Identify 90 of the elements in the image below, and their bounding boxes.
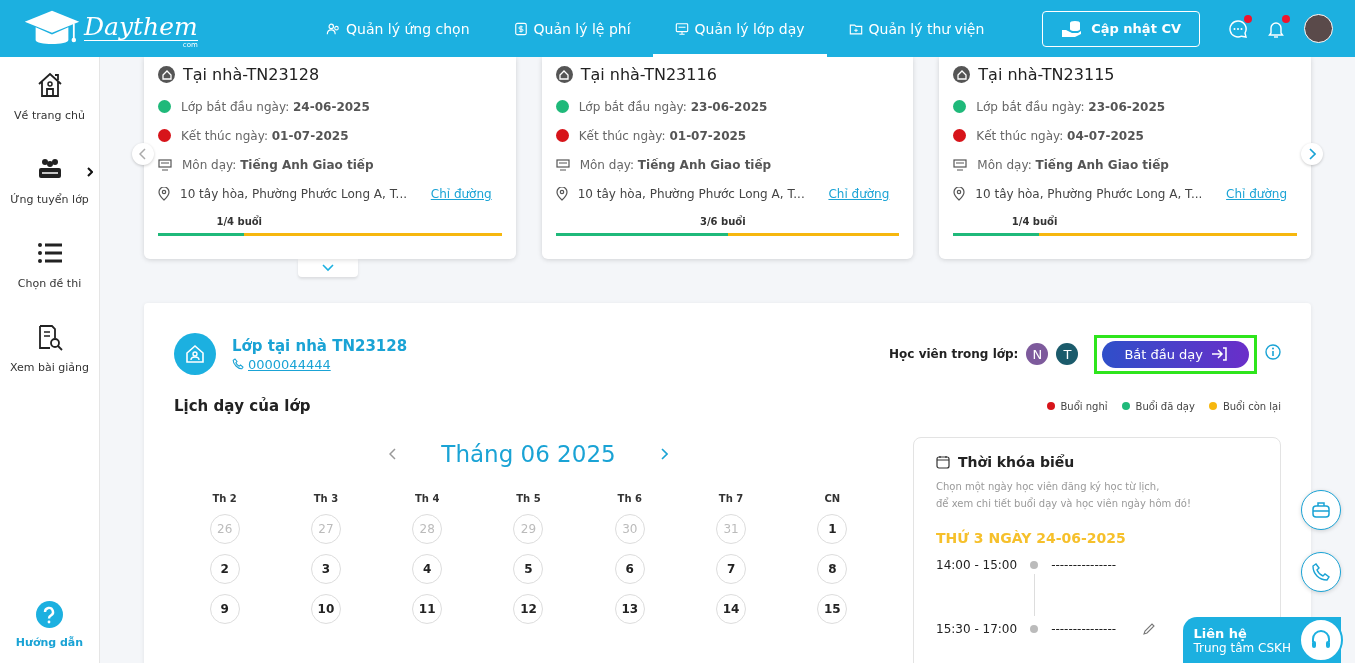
class-title: Tại nhà-TN23116: [580, 65, 717, 84]
next-button[interactable]: [1301, 143, 1323, 165]
timetable-hint: Chọn một ngày học viên đăng ký học từ lịch, để xem chi tiết buổi dạy và học viên ngày hôm đó!: [936, 480, 1192, 511]
end-date: Kết thúc ngày: 01-07-2025: [578, 128, 747, 143]
slot-time: 14:00 - 15:00: [936, 558, 1018, 572]
contact-subtitle: Trung tâm CSKH: [1193, 640, 1291, 655]
address: 10 tây hòa, Phường Phước Long A, T...: [577, 186, 805, 201]
phone-icon: [1311, 562, 1331, 582]
chevron-down-icon: [322, 264, 334, 272]
folder-icon: [848, 21, 863, 36]
start-date: Lớp bắt đầu ngày: 23-06-2025: [578, 99, 768, 114]
start-dot-icon: [555, 100, 569, 113]
weekday-label: Th 5: [515, 493, 542, 504]
timeline-dot: [1030, 625, 1039, 633]
monitor-icon: [158, 158, 172, 171]
end-date: Kết thúc ngày: 01-07-2025: [181, 128, 349, 143]
end-dot-icon: [555, 129, 569, 142]
end-dot-icon: [158, 129, 171, 142]
subject: Môn dạy: Tiếng Anh Giao tiếp: [977, 157, 1169, 172]
start-dot-icon: [158, 100, 171, 113]
contact-title: Liên hệ: [1193, 625, 1247, 641]
start-teaching-button[interactable]: Bắt đầu dạy: [1102, 340, 1249, 368]
monitor-icon: [555, 158, 570, 171]
class-title: Tại nhà-TN23115: [978, 65, 1115, 84]
phone-icon: [232, 358, 244, 370]
house-user-icon: [174, 333, 216, 375]
people-icon: [326, 21, 340, 36]
phone-button[interactable]: [1301, 552, 1341, 592]
start-date: Lớp bắt đầu ngày: 24-06-2025: [181, 99, 370, 114]
briefcase-button[interactable]: [1301, 490, 1341, 530]
coins-hand-icon: [1061, 19, 1084, 38]
start-date: Lớp bắt đầu ngày: 23-06-2025: [976, 99, 1166, 114]
weekday-label: Th 4: [414, 493, 441, 504]
address: 10 tây hòa, Phường Phước Long A, T...: [180, 186, 408, 201]
subject: Môn dạy: Tiếng Anh Giao tiếp: [579, 157, 772, 172]
end-dot-icon: [953, 129, 967, 142]
timeline-dot: [1030, 561, 1039, 569]
slot-text: ---------------: [1051, 558, 1117, 572]
slot-text: ---------------: [1051, 622, 1117, 636]
slot-time: 15:30 - 17:00: [936, 622, 1018, 636]
students-label: Học viên trong lớp:: [889, 347, 1019, 361]
legend-label: Buổi nghỉ: [1060, 400, 1108, 412]
logo-text: Daythem: [84, 13, 198, 41]
house-icon: [555, 66, 573, 83]
selected-date: THỨ 3 NGÀY 24-06-2025: [936, 530, 1127, 546]
chevron-left-icon: [139, 148, 147, 160]
weekday-label: Th 7: [717, 493, 745, 504]
progress-label: 1/4 buổi: [216, 216, 264, 227]
house-icon: [953, 66, 971, 83]
location-pin-icon: [953, 186, 966, 201]
login-arrow-icon: [1211, 347, 1227, 361]
weekday-label: Th 6: [616, 493, 643, 504]
user-avatar[interactable]: [1304, 14, 1333, 43]
progress-label: 1/4 buổi: [1011, 216, 1059, 227]
dollar-icon: [513, 21, 528, 36]
student-avatar[interactable]: N: [1026, 343, 1049, 365]
sidebar-item[interactable]: Ứng tuyển lớp: [0, 155, 99, 239]
section-title: Lịch dạy của lớp: [174, 397, 311, 415]
timetable-title: Thời khóa biểu: [958, 454, 1075, 470]
briefcase-icon: [1311, 501, 1331, 519]
class-title: Lớp tại nhà TN23128: [232, 336, 408, 355]
student-avatar[interactable]: T: [1056, 343, 1079, 365]
sidebar-item[interactable]: Chọn đề thi: [0, 239, 99, 323]
monitor-icon: [953, 158, 968, 171]
weekday-label: Th 2: [211, 493, 238, 504]
sidebar-item[interactable]: Xem bài giảng: [0, 323, 99, 407]
previous-button[interactable]: [132, 143, 154, 165]
address: 10 tây hòa, Phường Phước Long A, T...: [975, 186, 1203, 201]
house-icon: [158, 66, 175, 83]
class-card[interactable]: Tại nhà-TN23115 Lớp bắt đầu ngày: 23-06-2025 Kết thúc ngày: 04-07-2025 Môn dạy: Tiếng Anh Giao tiếp 10 tây hòa, Phường Phước Long A, T... Chỉ đường 1/4 buổi: [939, 57, 1311, 259]
expand-button[interactable]: [298, 259, 358, 277]
class-card[interactable]: Tại nhà-TN23116 Lớp bắt đầu ngày: 23-06-2025 Kết thúc ngày: 01-07-2025 Môn dạy: Tiếng Anh Giao tiếp 10 tây hòa, Phường Phước Long A, T... Chỉ đường 3/6 buổi: [541, 57, 914, 259]
sidebar-item[interactable]: Về trang chủ: [0, 71, 99, 155]
question-icon: [36, 601, 63, 628]
calendar-icon: [936, 455, 950, 469]
end-date: Kết thúc ngày: 04-07-2025: [976, 128, 1144, 143]
location-pin-icon: [555, 186, 568, 201]
legend-label: Buổi còn lại: [1222, 400, 1281, 412]
weekday-label: CN: [823, 493, 842, 504]
class-card[interactable]: Tại nhà-TN23128 Lớp bắt đầu ngày: 24-06-2025 Kết thúc ngày: 01-07-2025 Môn dạy: Tiếng Anh Giao tiếp 10 tây hòa, Phường Phước Long A, T... Chỉ đường 1/4 buổi: [144, 57, 516, 259]
legend-label: Buổi đã dạy: [1135, 400, 1195, 412]
start-dot-icon: [953, 100, 967, 113]
chevron-right-icon: [1308, 148, 1316, 160]
weekday-label: Th 3: [312, 493, 340, 504]
progress-label: 3/6 buổi: [700, 216, 747, 227]
month-title: Tháng 06 2025: [441, 441, 616, 467]
location-pin-icon: [158, 186, 170, 201]
subject: Môn dạy: Tiếng Anh Giao tiếp: [182, 157, 374, 172]
class-title: Tại nhà-TN23128: [183, 65, 320, 84]
monitor-icon: [674, 21, 689, 36]
